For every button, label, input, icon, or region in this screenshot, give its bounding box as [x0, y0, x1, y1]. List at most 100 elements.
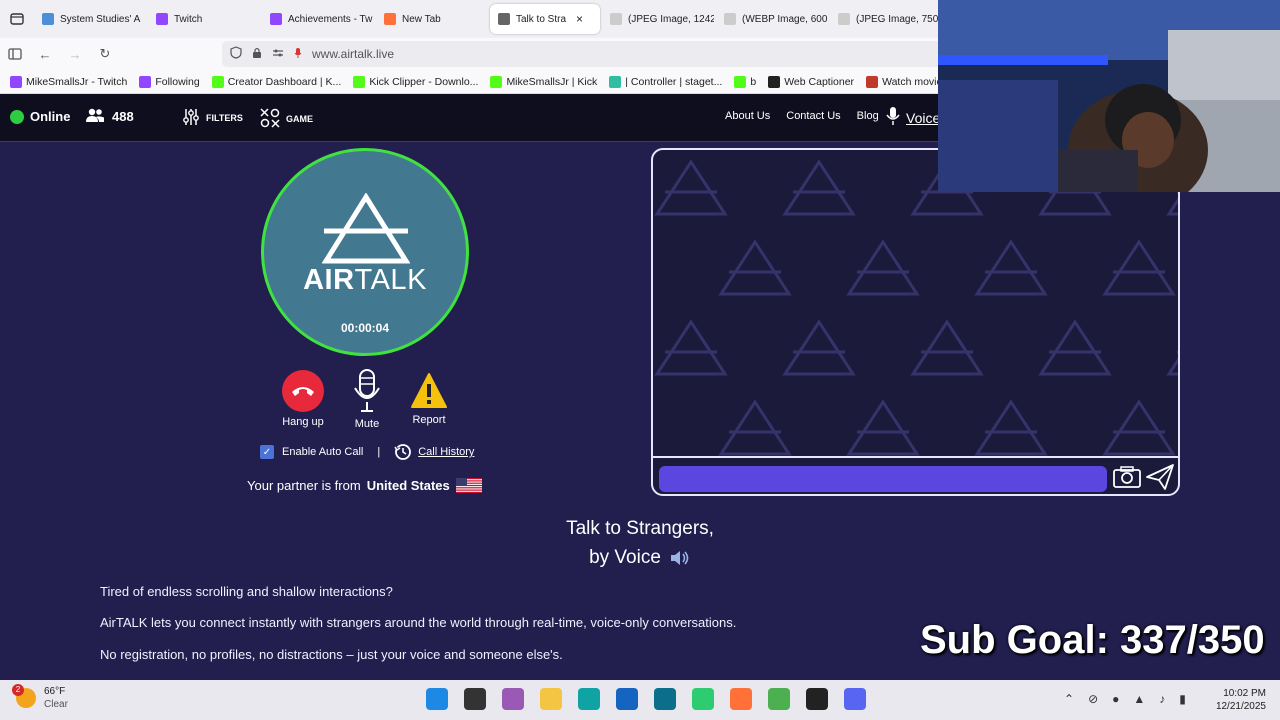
bookmark-item[interactable]: Web Captioner: [768, 75, 855, 88]
call-history-link[interactable]: Call History: [394, 443, 474, 461]
pattern-triangle-icon: [654, 319, 728, 376]
bookmark-favicon-icon: [768, 75, 781, 88]
store-icon[interactable]: [616, 688, 638, 710]
tab-overview-icon[interactable]: [0, 0, 34, 38]
bookmark-item[interactable]: MikeSmallsJr | Kick: [490, 75, 598, 88]
tab-favicon-icon: [42, 13, 54, 25]
camera-icon[interactable]: [1112, 465, 1142, 494]
edge-icon[interactable]: [578, 688, 600, 710]
bookmark-label: Web Captioner: [784, 75, 855, 88]
browser-tab[interactable]: System Studies' A: [34, 4, 146, 34]
hang-up-button[interactable]: Hang up: [282, 370, 324, 428]
tab-label: (WEBP Image, 600 × 9: [742, 13, 828, 25]
tab-favicon-icon: [384, 13, 396, 25]
chrome-icon[interactable]: [768, 688, 790, 710]
game-button[interactable]: GAME: [260, 108, 313, 130]
browser-tab[interactable]: (JPEG Image, 1242 × 2: [602, 4, 714, 34]
copilot-icon[interactable]: [502, 688, 524, 710]
mute-microphone-icon: [354, 369, 380, 412]
system-tray: ⌃ ⊘ ● ▲ ♪ ▮: [1064, 692, 1186, 706]
bookmark-item[interactable]: Following: [139, 75, 200, 88]
file-explorer-icon[interactable]: [540, 688, 562, 710]
app-1-icon[interactable]: [654, 688, 676, 710]
auto-call-label[interactable]: Enable Auto Call: [282, 446, 363, 458]
intro-paragraph-3: No registration, no profiles, no distrac…: [100, 647, 563, 662]
contact-us-link[interactable]: Contact Us: [786, 110, 840, 122]
firefox-icon[interactable]: [730, 688, 752, 710]
mute-button[interactable]: Mute: [352, 368, 382, 430]
address-bar[interactable]: www.airtalk.live: [222, 41, 942, 67]
permissions-icon[interactable]: [272, 48, 284, 61]
intro-paragraph-1: Tired of endless scrolling and shallow i…: [100, 584, 393, 599]
reload-icon[interactable]: ↻: [90, 38, 120, 70]
microphone-icon: [886, 106, 900, 129]
browser-tab[interactable]: Talk to Stra ×: [490, 4, 600, 34]
sub-goal-overlay: Sub Goal: 337/350: [920, 618, 1265, 662]
tab-close-icon[interactable]: ×: [576, 12, 583, 26]
wifi-icon[interactable]: ▲: [1133, 692, 1145, 706]
bookmark-label: MikeSmallsJr - Twitch: [26, 75, 128, 88]
chat-message-input[interactable]: [659, 466, 1107, 492]
search-icon[interactable]: [464, 688, 486, 710]
pattern-triangle-icon: [1102, 399, 1176, 456]
bookmark-item[interactable]: MikeSmallsJr - Twitch: [10, 75, 128, 88]
browser-tab[interactable]: (WEBP Image, 600 × 9: [716, 4, 828, 34]
browser-tab[interactable]: Achievements - Tw: [262, 4, 374, 34]
forward-icon[interactable]: →: [60, 38, 90, 70]
tab-label: (JPEG Image, 1242 × 2: [628, 13, 714, 25]
microphone-tray-icon[interactable]: ●: [1112, 692, 1119, 706]
network-off-icon[interactable]: ⊘: [1088, 692, 1098, 706]
lock-icon[interactable]: [252, 47, 262, 62]
bookmark-item[interactable]: Kick Clipper - Downlo...: [353, 75, 479, 88]
auto-call-checkbox[interactable]: ✓: [260, 445, 274, 459]
battery-icon[interactable]: ▮: [1179, 692, 1186, 706]
browser-tab[interactable]: Twitch: [148, 4, 260, 34]
report-button[interactable]: Report: [410, 372, 448, 426]
bookmark-item[interactable]: b: [734, 75, 757, 88]
browser-tab[interactable]: New Tab: [376, 4, 488, 34]
voice-link[interactable]: Voice: [886, 106, 940, 129]
weather-badge: 2: [12, 684, 24, 696]
weather-temp: 66°F: [44, 686, 66, 697]
bookmark-item[interactable]: Creator Dashboard | K...: [211, 75, 341, 88]
tab-label: Achievements - Tw: [288, 13, 373, 25]
clock[interactable]: 10:02 PM 12/21/2025: [1208, 687, 1266, 713]
bookmark-item[interactable]: | Controller | staget...: [609, 75, 722, 88]
browser-tab[interactable]: (JPEG Image, 750 × 7: [830, 4, 942, 34]
windows-start-icon[interactable]: [426, 688, 448, 710]
obs-icon[interactable]: [806, 688, 828, 710]
bookmark-favicon-icon: [353, 75, 366, 88]
bookmark-label: MikeSmallsJr | Kick: [506, 75, 598, 88]
partner-location: Your partner is from United States: [247, 478, 482, 493]
discord-icon[interactable]: [844, 688, 866, 710]
chat-background-pattern: [654, 159, 1178, 456]
microphone-permission-icon[interactable]: [294, 47, 302, 62]
bookmark-label: Kick Clipper - Downlo...: [369, 75, 479, 88]
us-flag-icon: [455, 478, 482, 493]
send-icon[interactable]: [1145, 463, 1175, 494]
weather-widget[interactable]: 2 66°F Clear: [12, 684, 68, 711]
partner-prefix: Your partner is from: [247, 478, 361, 493]
app-2-icon[interactable]: [692, 688, 714, 710]
blog-link[interactable]: Blog: [857, 110, 879, 122]
filters-icon: [182, 108, 200, 128]
call-history-label: Call History: [418, 446, 475, 458]
pattern-triangle-icon: [782, 319, 856, 376]
sidebar-toggle-icon[interactable]: [0, 38, 30, 70]
volume-icon[interactable]: ♪: [1159, 692, 1165, 706]
bookmark-favicon-icon: [139, 75, 152, 88]
url-text[interactable]: www.airtalk.live: [312, 47, 394, 61]
filters-button[interactable]: FILTERS: [182, 108, 243, 128]
shield-icon[interactable]: [230, 46, 242, 62]
hang-up-circle[interactable]: [282, 370, 324, 412]
bookmark-label: b: [750, 75, 757, 88]
separator: |: [377, 446, 381, 458]
back-icon[interactable]: ←: [30, 38, 60, 70]
partner-country: United States: [366, 478, 450, 493]
airtalk-triangle-icon: [322, 193, 410, 264]
phone-hangup-icon: [292, 387, 314, 396]
user-count-value: 488: [112, 109, 134, 124]
bookmark-favicon-icon: [211, 75, 224, 88]
chevron-up-icon[interactable]: ⌃: [1064, 692, 1074, 706]
about-us-link[interactable]: About Us: [725, 110, 770, 122]
